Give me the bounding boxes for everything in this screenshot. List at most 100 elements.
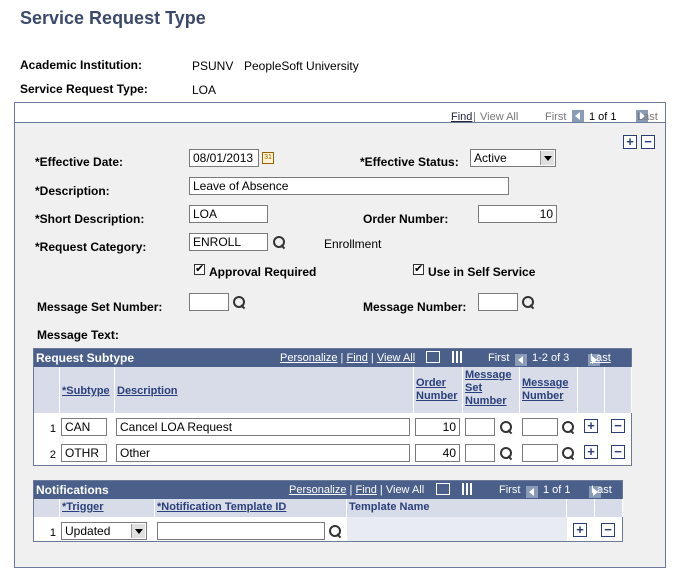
last-label: Last	[637, 111, 658, 123]
request-type-value: LOA	[192, 83, 217, 97]
effective-date-label: *Effective Date:	[35, 155, 124, 169]
message-set-label: Message Set Number:	[37, 300, 163, 314]
last-link[interactable]: Last	[590, 352, 611, 364]
description-label: *Description:	[35, 184, 110, 198]
row-number: 1	[49, 527, 56, 539]
approval-required-label: Approval Required	[209, 265, 317, 279]
row-range: 1 of 1	[589, 111, 617, 123]
message-number-input[interactable]	[522, 444, 558, 462]
prev-arrow-icon[interactable]	[515, 353, 527, 366]
grid-title: Request Subtype	[36, 351, 135, 365]
search-icon[interactable]	[232, 296, 246, 310]
trigger-value: Updated	[65, 524, 111, 538]
first-label: First	[488, 352, 510, 364]
grid-header: Request Subtype Personalize | Find | Vie…	[34, 349, 631, 367]
request-subtype-grid: Request Subtype Personalize | Find | Vie…	[33, 348, 632, 466]
first-label: First	[545, 111, 567, 123]
add-row-button[interactable]: +	[623, 135, 637, 149]
institution-name: PeopleSoft University	[244, 59, 359, 73]
col-subtype[interactable]: *Subtype	[60, 367, 115, 413]
col-message-set[interactable]: Message Set Number	[463, 367, 520, 413]
description-input[interactable]: Leave of Absence	[189, 177, 509, 195]
description-input[interactable]: Cancel LOA Request	[116, 418, 410, 436]
find-link[interactable]: Find	[451, 111, 472, 123]
notifications-grid: Notifications Personalize | Find | View …	[33, 480, 623, 542]
search-icon[interactable]	[328, 525, 342, 539]
row-number: 2	[49, 449, 56, 461]
prev-arrow-icon[interactable]	[526, 485, 538, 498]
download-icon[interactable]	[452, 351, 464, 363]
approval-required-checkbox[interactable]: ✔	[194, 264, 205, 275]
delete-row-button[interactable]: −	[611, 419, 625, 433]
institution-label: Academic Institution:	[20, 58, 143, 72]
delete-row-button[interactable]: −	[601, 523, 615, 537]
row-range: 1-2 of 3	[532, 352, 570, 364]
template-id-input[interactable]	[157, 522, 325, 540]
description-input[interactable]: Other	[116, 444, 410, 462]
message-number-input[interactable]	[478, 293, 518, 311]
personalize-link[interactable]: Personalize	[289, 484, 346, 496]
short-description-label: *Short Description:	[35, 212, 145, 226]
calendar-icon[interactable]: 31	[262, 152, 274, 164]
message-set-input[interactable]	[465, 444, 495, 462]
view-all-link[interactable]: View All	[480, 111, 518, 123]
col-order-number[interactable]: Order Number	[414, 367, 463, 413]
zoom-icon[interactable]	[426, 351, 440, 363]
col-template-name: Template Name	[347, 499, 567, 517]
order-number-input[interactable]: 10	[415, 418, 460, 436]
effective-status-label: *Effective Status:	[360, 155, 459, 169]
subtype-input[interactable]: OTHR	[61, 444, 107, 462]
subtype-input[interactable]: CAN	[61, 418, 107, 436]
search-icon[interactable]	[561, 447, 575, 461]
request-category-input[interactable]: ENROLL	[189, 233, 268, 251]
effective-date-input[interactable]: 08/01/2013	[189, 149, 259, 167]
effective-status-select[interactable]: Active	[470, 149, 556, 167]
col-template-id[interactable]: *Notification Template ID	[155, 499, 347, 517]
search-icon[interactable]	[521, 296, 535, 310]
dropdown-arrow-icon[interactable]	[131, 524, 145, 538]
col-trigger[interactable]: *Trigger	[60, 499, 155, 517]
search-icon[interactable]	[499, 447, 513, 461]
add-row-button[interactable]: +	[584, 419, 598, 433]
order-number-input[interactable]: 10	[478, 205, 557, 223]
trigger-select[interactable]: Updated	[61, 522, 147, 540]
request-category-desc: Enrollment	[324, 237, 382, 251]
zoom-icon[interactable]	[436, 483, 450, 495]
institution-code: PSUNV	[192, 59, 234, 73]
view-all-link[interactable]: View All	[386, 484, 424, 496]
message-set-input[interactable]	[189, 293, 229, 311]
message-set-input[interactable]	[465, 418, 495, 436]
self-service-checkbox[interactable]: ✔	[413, 264, 424, 275]
row-range: 1 of 1	[543, 484, 571, 496]
prev-arrow-icon[interactable]	[572, 109, 584, 122]
search-icon[interactable]	[272, 236, 286, 250]
self-service-label: Use in Self Service	[428, 265, 536, 279]
request-type-label: Service Request Type:	[20, 82, 148, 96]
row-number: 1	[49, 423, 56, 435]
search-icon[interactable]	[561, 421, 575, 435]
delete-row-button[interactable]: −	[611, 445, 625, 459]
page-title: Service Request Type	[20, 8, 206, 28]
message-number-label: Message Number:	[363, 300, 467, 314]
add-row-button[interactable]: +	[584, 445, 598, 459]
find-link[interactable]: Find	[346, 352, 367, 364]
delete-row-button[interactable]: −	[641, 135, 655, 149]
col-description[interactable]: Description	[115, 367, 414, 413]
search-icon[interactable]	[499, 421, 513, 435]
download-icon[interactable]	[462, 483, 474, 495]
add-row-button[interactable]: +	[573, 523, 587, 537]
top-navbar: Find | View All First 1 of 1 Last	[15, 103, 665, 123]
first-label: First	[499, 484, 521, 496]
dropdown-arrow-icon[interactable]	[540, 151, 554, 165]
message-number-input[interactable]	[522, 418, 558, 436]
message-text-label: Message Text:	[37, 328, 119, 342]
order-number-input[interactable]: 40	[415, 444, 460, 462]
short-description-input[interactable]: LOA	[189, 205, 268, 223]
col-message-number[interactable]: Message Number	[520, 367, 578, 413]
grid-title: Notifications	[36, 483, 109, 497]
personalize-link[interactable]: Personalize	[280, 352, 337, 364]
view-all-link[interactable]: View All	[377, 352, 415, 364]
effective-status-value: Active	[474, 151, 507, 165]
grid-header: Notifications Personalize | Find | View …	[34, 481, 622, 499]
find-link[interactable]: Find	[355, 484, 376, 496]
